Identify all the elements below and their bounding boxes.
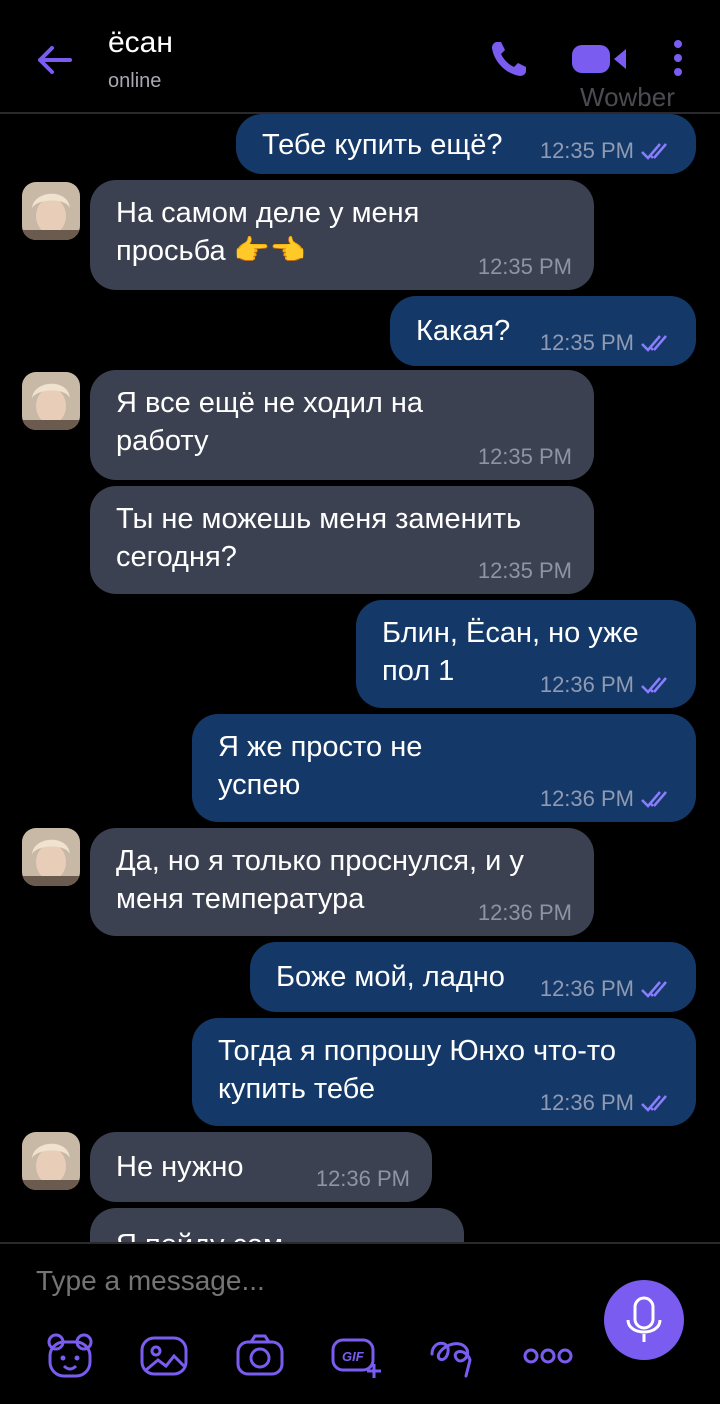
video-call-icon[interactable]: [570, 42, 628, 76]
composer: GIF: [0, 1242, 720, 1404]
message-meta: 12:36 PM: [478, 900, 572, 926]
message-time: 12:35 PM: [477, 444, 572, 469]
camera-icon[interactable]: [234, 1330, 286, 1382]
more-vertical-icon[interactable]: [668, 38, 688, 78]
message-meta: 12:35 PM: [478, 444, 572, 470]
back-arrow-icon[interactable]: [34, 40, 74, 80]
gif-icon[interactable]: GIF: [330, 1330, 382, 1382]
message-time: 12:36 PM: [539, 1090, 634, 1115]
incoming-message[interactable]: Я пойду сам: [90, 1208, 464, 1242]
contact-status: online: [108, 70, 162, 92]
doodle-icon[interactable]: [426, 1330, 478, 1382]
read-ticks-icon: [641, 677, 667, 694]
message-meta: 12:36 PM: [540, 1090, 674, 1116]
message-time: 12:36 PM: [477, 900, 572, 925]
message-time: 12:36 PM: [539, 786, 634, 811]
message-time: 12:35 PM: [477, 558, 572, 583]
outgoing-message[interactable]: Тогда я попрошу Юнхо что-то купить тебе …: [192, 1018, 696, 1126]
incoming-message[interactable]: На самом деле у меня просьба 👉👈 12:35 PM: [90, 180, 594, 290]
message-time: 12:36 PM: [539, 976, 634, 1001]
watermark: Wowber: [580, 82, 675, 112]
message-text: Я пойду сам: [116, 1226, 438, 1242]
message-meta: 12:35 PM: [478, 254, 572, 280]
message-time: 12:36 PM: [315, 1166, 410, 1191]
message-time: 12:36 PM: [539, 672, 634, 697]
read-ticks-icon: [641, 335, 667, 352]
incoming-message[interactable]: Я все ещё не ходил на работу 12:35 PM: [90, 370, 594, 480]
message-meta: 12:36 PM: [540, 672, 674, 698]
read-ticks-icon: [641, 143, 667, 160]
incoming-message[interactable]: Да, но я только проснулся, и у меня темп…: [90, 828, 594, 936]
message-input[interactable]: [34, 1264, 558, 1298]
read-ticks-icon: [641, 981, 667, 998]
incoming-message[interactable]: Не нужно 12:36 PM: [90, 1132, 432, 1202]
avatar[interactable]: [22, 1132, 80, 1190]
gallery-icon[interactable]: [138, 1330, 190, 1382]
outgoing-message[interactable]: Блин, Ёсан, но уже пол 1 12:36 PM: [356, 600, 696, 708]
chat-header: ёсан online Wowber: [0, 0, 720, 114]
message-meta: 12:36 PM: [540, 786, 674, 812]
avatar[interactable]: [22, 372, 80, 430]
outgoing-message[interactable]: Я же просто не успею 12:36 PM: [192, 714, 696, 822]
avatar[interactable]: [22, 182, 80, 240]
message-meta: 12:36 PM: [540, 976, 674, 1002]
message-meta: 12:35 PM: [540, 138, 674, 164]
message-meta: 12:35 PM: [540, 330, 674, 356]
svg-text:GIF: GIF: [342, 1349, 365, 1364]
contact-name[interactable]: ёсан: [108, 26, 173, 60]
more-horizontal-icon[interactable]: [522, 1330, 574, 1382]
message-list[interactable]: Тебе купить ещё? 12:35 PM На самом деле …: [0, 114, 720, 1242]
outgoing-message[interactable]: Боже мой, ладно 12:36 PM: [250, 942, 696, 1012]
microphone-icon: [626, 1296, 662, 1342]
message-time: 12:35 PM: [477, 254, 572, 279]
message-time: 12:35 PM: [539, 138, 634, 163]
read-ticks-icon: [641, 791, 667, 808]
avatar[interactable]: [22, 828, 80, 886]
phone-icon[interactable]: [488, 38, 530, 80]
incoming-message[interactable]: Ты не можешь меня заменить сегодня? 12:3…: [90, 486, 594, 594]
message-meta: 12:35 PM: [478, 558, 572, 584]
outgoing-message[interactable]: Тебе купить ещё? 12:35 PM: [236, 114, 696, 174]
read-ticks-icon: [641, 1095, 667, 1112]
microphone-button[interactable]: [604, 1280, 684, 1360]
outgoing-message[interactable]: Какая? 12:35 PM: [390, 296, 696, 366]
message-time: 12:35 PM: [539, 330, 634, 355]
sticker-bear-icon[interactable]: [44, 1330, 96, 1382]
message-meta: 12:36 PM: [316, 1166, 410, 1192]
